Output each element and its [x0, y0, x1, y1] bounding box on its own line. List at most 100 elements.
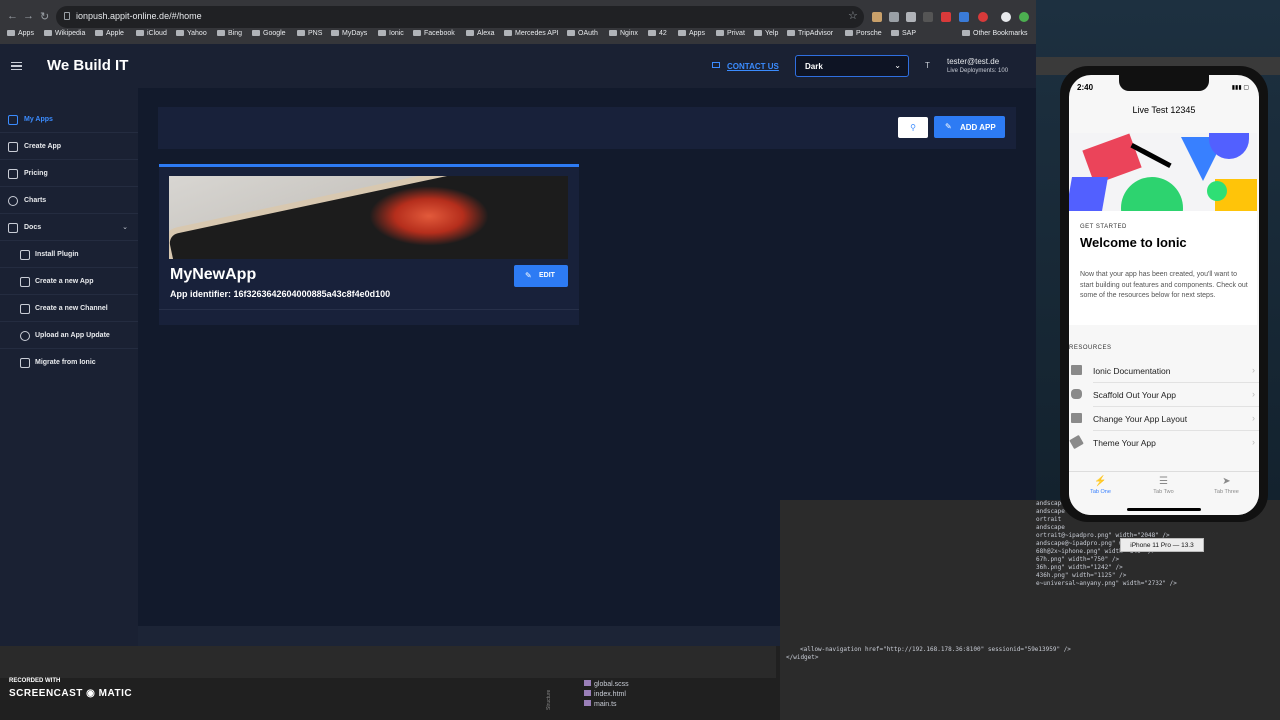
sidebar-item-create-app[interactable]: Create App — [0, 134, 138, 160]
code-line: andscape — [1036, 508, 1065, 515]
code-line: 436h.png" width="1125" /> — [1036, 572, 1127, 579]
extension-icon[interactable] — [1019, 12, 1029, 22]
tab-three[interactable]: ➤ Tab Three — [1195, 476, 1258, 495]
tab-label: Tab Two — [1153, 489, 1174, 495]
bookmark[interactable]: MyDays — [331, 30, 367, 37]
bookmark[interactable]: Mercedes API — [504, 30, 559, 37]
other-bookmarks[interactable]: Other Bookmarks — [962, 30, 1027, 37]
get-started-label: GET STARTED — [1080, 224, 1127, 230]
bookmark[interactable]: Apple — [95, 30, 124, 37]
sidebar-item-upload-app-update[interactable]: Upload an App Update — [0, 323, 138, 349]
menu-icon[interactable] — [11, 62, 22, 70]
chevron-right-icon: › — [1252, 437, 1255, 447]
extension-icon[interactable] — [941, 12, 951, 22]
edit-button[interactable]: ✎ EDIT — [514, 265, 568, 287]
device-tooltip: iPhone 11 Pro — 13.3 — [1120, 538, 1204, 552]
file-item[interactable]: index.html — [584, 690, 629, 700]
tab-one[interactable]: ⚡ Tab One — [1069, 476, 1132, 495]
app-identifier: App identifier: 16f3263642604000885a43c8… — [170, 289, 391, 299]
bookmark[interactable]: OAuth — [567, 30, 598, 37]
wrench-icon — [1071, 389, 1082, 399]
file-item[interactable]: main.ts — [584, 700, 629, 710]
search-button[interactable]: ⚲ — [898, 117, 928, 138]
extension-icon[interactable] — [959, 12, 969, 22]
notification-icon[interactable] — [978, 12, 988, 22]
file-item[interactable]: global.scss — [584, 680, 629, 690]
chart-icon — [8, 196, 18, 206]
resource-label: Change Your App Layout — [1093, 414, 1188, 424]
mail-icon — [712, 62, 720, 68]
user-email: tester@test.de — [947, 57, 1000, 66]
cloud-upload-icon — [20, 331, 30, 341]
bookmark[interactable]: PNS — [297, 30, 322, 37]
structure-tab[interactable]: Structure — [544, 680, 552, 710]
bookmark[interactable]: iCloud — [136, 30, 167, 37]
bookmark[interactable]: Yahoo — [176, 30, 207, 37]
bookmark[interactable]: Alexa — [466, 30, 495, 37]
code-line: ortrait — [1036, 516, 1062, 523]
chevron-right-icon: › — [1252, 365, 1255, 375]
bookmark[interactable]: Facebook — [413, 30, 455, 37]
address-bar[interactable]: ionpush.appit-online.de/#/home — [56, 6, 864, 28]
bookmark[interactable]: SAP — [891, 30, 916, 37]
bookmark[interactable]: Porsche — [845, 30, 882, 37]
bookmark[interactable]: Privat — [716, 30, 745, 37]
profile-icon[interactable] — [1001, 12, 1011, 22]
extension-icon[interactable] — [872, 12, 882, 22]
sidebar-item-create-new-channel[interactable]: Create a new Channel — [0, 296, 138, 322]
pencil-icon — [20, 304, 30, 314]
bookmark[interactable]: Bing — [217, 30, 242, 37]
app-card[interactable]: MyNewApp App identifier: 16f326364260400… — [159, 164, 579, 325]
code-line: <allow-navigation href="http://192.168.1… — [800, 646, 1071, 653]
code-editor: andscape andscape ortrait andscape ortra… — [780, 500, 1280, 720]
resource-label: Scaffold Out Your App — [1093, 390, 1177, 400]
sidebar-item-migrate-from-ionic[interactable]: Migrate from Ionic — [0, 350, 138, 376]
bookmark[interactable]: Apps — [678, 30, 705, 37]
contact-us-link[interactable]: CONTACT US — [727, 62, 779, 71]
forward-icon[interactable]: → — [23, 10, 34, 22]
sidebar-item-my-apps[interactable]: My Apps — [0, 107, 138, 133]
sidebar-item-install-plugin[interactable]: Install Plugin — [0, 242, 138, 268]
extension-icon[interactable] — [906, 12, 916, 22]
add-app-button[interactable]: ✎ ADD APP — [934, 116, 1005, 138]
theme-select[interactable]: Dark ⌄ — [795, 55, 909, 77]
bookmark[interactable]: Nginx — [609, 30, 638, 37]
sidebar-item-docs[interactable]: Docs ⌄ — [0, 215, 138, 241]
search-icon: ⚲ — [910, 123, 916, 132]
bookmark[interactable]: Google — [252, 30, 286, 37]
resource-item-theme[interactable]: Theme Your App › — [1069, 431, 1259, 455]
extension-icon[interactable] — [889, 12, 899, 22]
chevron-right-icon: › — [1252, 413, 1255, 423]
recorder-caption: RECORDED WITH — [9, 678, 61, 684]
back-icon[interactable]: ← — [7, 10, 18, 22]
bookmark[interactable]: TripAdvisor — [787, 30, 833, 37]
home-icon — [8, 115, 18, 125]
resource-item-layout[interactable]: Change Your App Layout › — [1069, 407, 1259, 431]
avatar[interactable]: T — [925, 61, 930, 70]
resource-item-scaffold[interactable]: Scaffold Out Your App › — [1069, 383, 1259, 407]
code-line: e~universal~anyany.png" width="2732" /> — [1036, 580, 1177, 587]
sidebar-item-create-new-app[interactable]: Create a new App — [0, 269, 138, 295]
sidebar-item-label: Migrate from Ionic — [35, 359, 96, 366]
sidebar-item-charts[interactable]: Charts — [0, 188, 138, 214]
layers-icon: ☰ — [1159, 476, 1168, 487]
bookmark[interactable]: Wikipedia — [44, 30, 85, 37]
book-icon — [1071, 365, 1082, 375]
bookmark[interactable]: Ionic — [378, 30, 404, 37]
notch — [1119, 75, 1209, 91]
lock-icon — [64, 12, 70, 20]
extension-icon[interactable] — [923, 12, 933, 22]
resource-item-documentation[interactable]: Ionic Documentation › — [1069, 359, 1259, 383]
bookmark[interactable]: Yelp — [754, 30, 778, 37]
reload-icon[interactable]: ↻ — [40, 10, 49, 23]
app-image — [169, 176, 568, 259]
tab-two[interactable]: ☰ Tab Two — [1132, 476, 1195, 495]
bookmark[interactable]: 42 — [648, 30, 667, 37]
tab-label: Tab One — [1090, 489, 1111, 495]
app-header: We Build IT CONTACT US Dark ⌄ T tester@t… — [0, 44, 1036, 88]
bookmark[interactable]: Apps — [7, 30, 34, 37]
chevron-right-icon: › — [1252, 389, 1255, 399]
sidebar-item-pricing[interactable]: Pricing — [0, 161, 138, 187]
pencil-icon — [20, 277, 30, 287]
bookmark-star-icon[interactable]: ☆ — [848, 9, 858, 22]
